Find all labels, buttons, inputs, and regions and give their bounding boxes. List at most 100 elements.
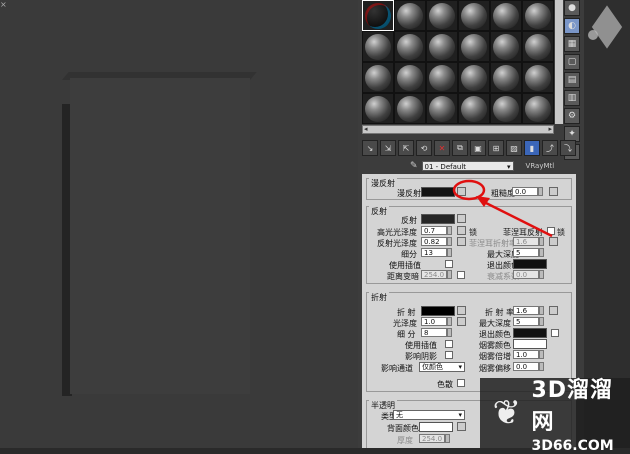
fresnel-ior-map-button[interactable] bbox=[549, 237, 558, 246]
refr-gloss-spinner[interactable] bbox=[447, 317, 452, 326]
affect-channels-dropdown[interactable]: 仅颜色 bbox=[419, 362, 465, 372]
material-slot[interactable] bbox=[490, 62, 522, 93]
fog-mult-field[interactable]: 1.0 bbox=[513, 350, 539, 359]
material-slot[interactable] bbox=[394, 0, 426, 31]
reflect-map-button[interactable] bbox=[457, 214, 466, 223]
diffuse-color-swatch[interactable] bbox=[421, 187, 455, 197]
show-map-icon[interactable]: ▨ bbox=[506, 140, 522, 156]
delete-icon[interactable]: ✕ bbox=[434, 140, 450, 156]
get-material-icon[interactable]: ↘ bbox=[362, 140, 378, 156]
refract-color-swatch[interactable] bbox=[421, 306, 455, 316]
material-slot[interactable] bbox=[490, 93, 522, 124]
dim-falloff-field[interactable]: 0.0 bbox=[513, 270, 539, 279]
material-slot[interactable] bbox=[362, 0, 394, 31]
roughness-field[interactable]: 0.0 bbox=[512, 187, 538, 196]
dim-falloff-spinner[interactable] bbox=[539, 270, 544, 279]
refr-max-depth-field[interactable]: 5 bbox=[513, 317, 539, 326]
thickness-spinner[interactable] bbox=[445, 434, 450, 443]
video-color-check-icon[interactable]: ▤ bbox=[564, 72, 580, 88]
ior-field[interactable]: 1.6 bbox=[513, 306, 539, 315]
roughness-map-button[interactable] bbox=[549, 187, 558, 196]
sample-uv-tiling-icon[interactable]: ▢ bbox=[564, 54, 580, 70]
eyedropper-icon[interactable]: ✎ bbox=[410, 161, 418, 171]
hilight-gloss-field[interactable]: 0.7 bbox=[421, 226, 447, 235]
material-slot[interactable] bbox=[458, 0, 490, 31]
reflect-color-swatch[interactable] bbox=[421, 214, 455, 224]
perspective-viewport[interactable]: × bbox=[0, 0, 358, 448]
ior-spinner[interactable] bbox=[539, 306, 544, 315]
fog-bias-field[interactable]: 0.0 bbox=[513, 362, 539, 371]
make-preview-icon[interactable]: ▥ bbox=[564, 90, 580, 106]
dim-distance-checkbox[interactable] bbox=[457, 271, 465, 279]
material-slot[interactable] bbox=[394, 93, 426, 124]
material-slot[interactable] bbox=[426, 0, 458, 31]
assign-icon[interactable]: ⇱ bbox=[398, 140, 414, 156]
refr-subdivs-spinner[interactable] bbox=[447, 328, 452, 337]
material-slot[interactable] bbox=[394, 31, 426, 62]
fog-color-swatch[interactable] bbox=[513, 339, 547, 349]
roughness-spinner[interactable] bbox=[538, 187, 543, 196]
material-name-dropdown[interactable]: 01 - Default bbox=[421, 161, 514, 172]
dim-distance-spinner[interactable] bbox=[447, 270, 452, 279]
refl-subdivs-spinner[interactable] bbox=[447, 248, 452, 257]
ior-map-button[interactable] bbox=[549, 306, 558, 315]
refr-max-depth-spinner[interactable] bbox=[539, 317, 544, 326]
material-slot[interactable] bbox=[362, 62, 394, 93]
refr-gloss-field[interactable]: 1.0 bbox=[421, 317, 447, 326]
back-color-map-button[interactable] bbox=[457, 422, 466, 431]
refl-exit-color-swatch[interactable] bbox=[513, 259, 547, 269]
back-color-swatch[interactable] bbox=[419, 422, 453, 432]
dim-distance-field[interactable]: 254.0 bbox=[421, 270, 447, 279]
go-to-parent-icon[interactable]: ⤴ bbox=[542, 140, 558, 156]
material-slot[interactable] bbox=[458, 31, 490, 62]
material-slot[interactable] bbox=[426, 62, 458, 93]
material-slot[interactable] bbox=[522, 93, 554, 124]
fresnel-checkbox[interactable] bbox=[547, 227, 555, 235]
material-slot[interactable] bbox=[362, 93, 394, 124]
hilight-gloss-map-button[interactable] bbox=[457, 226, 466, 235]
material-slot[interactable] bbox=[458, 93, 490, 124]
fresnel-ior-field[interactable]: 1.6 bbox=[513, 237, 539, 246]
material-slot[interactable] bbox=[426, 31, 458, 62]
show-end-result-icon[interactable]: ▮ bbox=[524, 140, 540, 156]
sample-type-icon[interactable]: ● bbox=[564, 0, 580, 16]
refr-exit-color-swatch[interactable] bbox=[513, 328, 547, 338]
fog-bias-spinner[interactable] bbox=[539, 362, 544, 371]
refl-use-interp-checkbox[interactable] bbox=[445, 260, 453, 268]
refl-max-depth-spinner[interactable] bbox=[539, 248, 544, 257]
put-to-scene-icon[interactable]: ⇲ bbox=[380, 140, 396, 156]
reset-icon[interactable]: ⟲ bbox=[416, 140, 432, 156]
fresnel-ior-spinner[interactable] bbox=[539, 237, 544, 246]
fog-mult-spinner[interactable] bbox=[539, 350, 544, 359]
go-forward-icon[interactable]: ⤵ bbox=[560, 140, 576, 156]
hilight-gloss-spinner[interactable] bbox=[447, 226, 452, 235]
scroll-right-icon[interactable]: ▸ bbox=[548, 126, 552, 133]
material-slot[interactable] bbox=[490, 31, 522, 62]
material-id-icon[interactable]: ⊞ bbox=[488, 140, 504, 156]
refl-gloss-map-button[interactable] bbox=[457, 237, 466, 246]
material-slot[interactable] bbox=[362, 31, 394, 62]
material-slot[interactable] bbox=[490, 0, 522, 31]
background-icon[interactable]: ▦ bbox=[564, 36, 580, 52]
slot-horizontal-scrollbar[interactable]: ◂ ▸ bbox=[362, 125, 554, 134]
material-slot[interactable] bbox=[394, 62, 426, 93]
refr-use-interp-checkbox[interactable] bbox=[445, 340, 453, 348]
material-slot[interactable] bbox=[522, 62, 554, 93]
viewcube-icon[interactable] bbox=[591, 5, 623, 49]
backlight-icon[interactable]: ◐ bbox=[564, 18, 580, 34]
refl-max-depth-field[interactable]: 5 bbox=[513, 248, 539, 257]
scroll-left-icon[interactable]: ◂ bbox=[364, 126, 368, 133]
make-unique-icon[interactable]: ⧉ bbox=[452, 140, 468, 156]
dispersion-checkbox[interactable] bbox=[457, 379, 465, 387]
material-slot[interactable] bbox=[458, 62, 490, 93]
refr-gloss-map-button[interactable] bbox=[457, 317, 466, 326]
material-slot[interactable] bbox=[522, 0, 554, 31]
translucency-type-dropdown[interactable]: 无 bbox=[393, 410, 465, 420]
slot-vertical-scrollbar[interactable] bbox=[555, 0, 563, 124]
refr-subdivs-field[interactable]: 8 bbox=[421, 328, 447, 337]
put-to-library-icon[interactable]: ▣ bbox=[470, 140, 486, 156]
diffuse-map-button[interactable] bbox=[457, 187, 466, 196]
options-icon[interactable]: ⚙ bbox=[564, 108, 580, 124]
affect-shadows-checkbox[interactable] bbox=[445, 351, 453, 359]
material-slot[interactable] bbox=[426, 93, 458, 124]
